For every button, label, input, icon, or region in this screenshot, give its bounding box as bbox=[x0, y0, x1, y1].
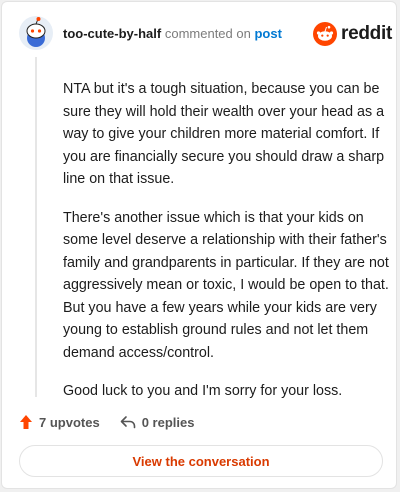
upvote-button[interactable]: 7 upvotes bbox=[19, 414, 100, 430]
view-conversation-button[interactable]: View the conversation bbox=[19, 445, 383, 477]
reply-count: 0 replies bbox=[141, 414, 195, 430]
comment-paragraph: NTA but it's a tough situation, because … bbox=[63, 81, 385, 187]
reply-button[interactable]: 0 replies bbox=[120, 414, 195, 430]
reply-arrow-icon bbox=[120, 416, 135, 429]
snoo-avatar-icon[interactable] bbox=[19, 16, 53, 50]
upvote-arrow-icon bbox=[20, 415, 32, 429]
comment-card: too-cute-by-half commented on post reddi… bbox=[1, 1, 397, 489]
reddit-logo-icon bbox=[313, 22, 337, 46]
thread-line bbox=[35, 57, 37, 397]
upvote-count: 7 upvotes bbox=[39, 414, 100, 430]
comment-body: NTA but it's a tough situation, because … bbox=[63, 78, 393, 419]
comment-paragraph: Good luck to you and I'm sorry for your … bbox=[63, 383, 343, 399]
reddit-wordmark: reddit bbox=[341, 23, 392, 44]
post-link[interactable]: post bbox=[254, 26, 281, 41]
comment-header: too-cute-by-half commented on post bbox=[63, 26, 282, 41]
comment-actions: 7 upvotes 0 replies bbox=[19, 414, 194, 430]
comment-paragraph: There's another issue which is that your… bbox=[63, 209, 389, 361]
username-link[interactable]: too-cute-by-half bbox=[63, 26, 161, 41]
action-text: commented on bbox=[164, 26, 251, 41]
reddit-logo[interactable]: reddit bbox=[313, 22, 392, 46]
